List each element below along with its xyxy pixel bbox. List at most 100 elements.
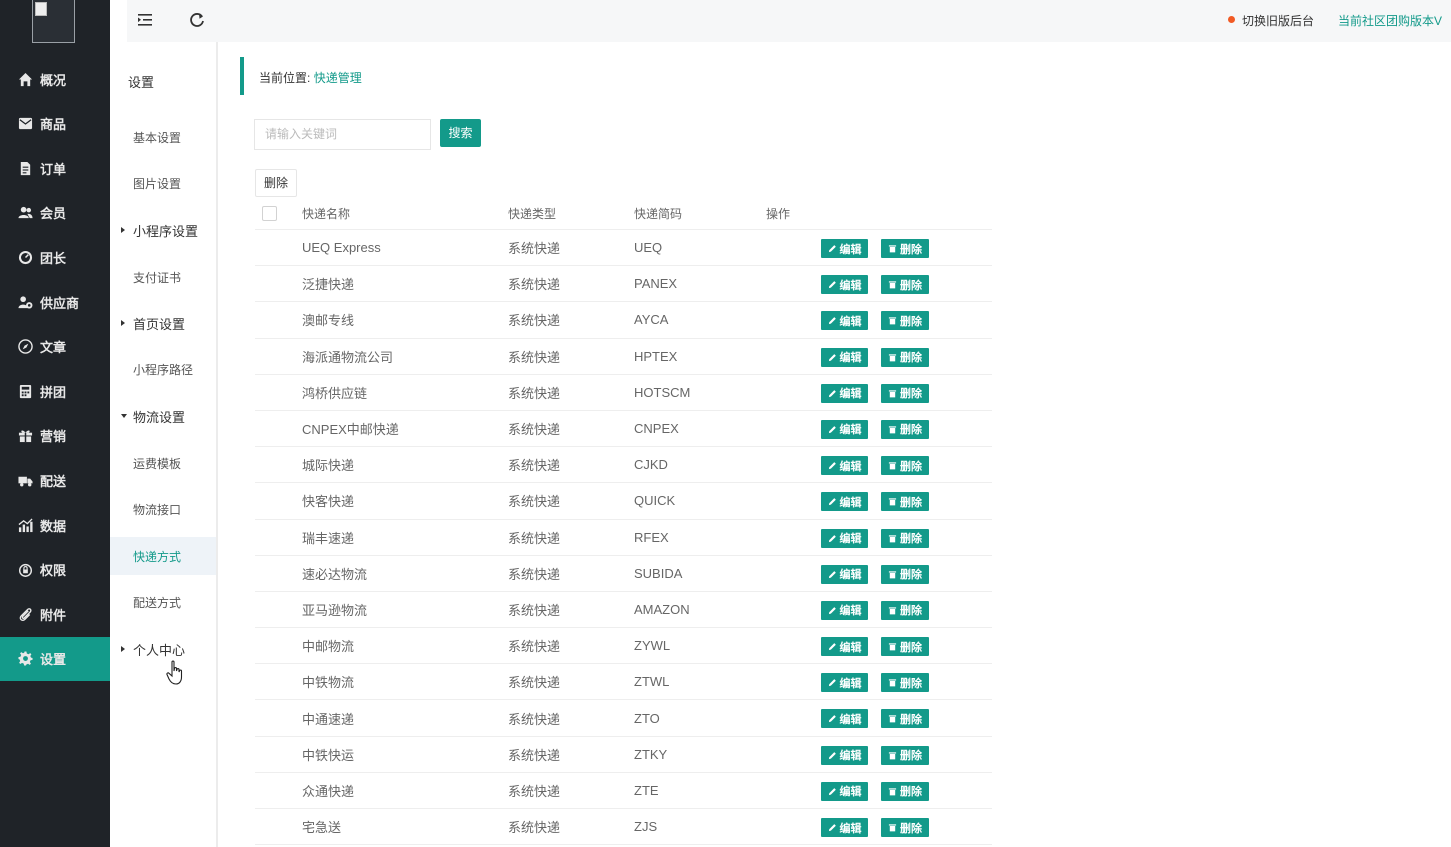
- sidebar-item-4[interactable]: 团长: [0, 235, 110, 279]
- delete-button[interactable]: 删除: [881, 347, 929, 367]
- edit-button[interactable]: 编辑: [821, 275, 868, 295]
- sidebar-item-label: 配送: [40, 473, 67, 489]
- delete-button[interactable]: 删除: [881, 528, 929, 548]
- main-content: 当前位置: 快递管理 请输入关键词 搜索 删除 快递名称 快递类型 快递简码 操…: [219, 42, 1451, 847]
- menu-toggle-icon[interactable]: [138, 13, 154, 27]
- sidebar-item-8[interactable]: 营销: [0, 414, 110, 458]
- table-row: 中铁快运 系统快递 ZTKY 编辑 删除: [255, 737, 992, 773]
- select-all-checkbox[interactable]: [262, 206, 277, 221]
- sidebar-item-0[interactable]: 概况: [0, 57, 110, 101]
- logo[interactable]: [32, 0, 75, 43]
- delete-button[interactable]: 删除: [881, 419, 929, 439]
- subnav-item-10[interactable]: 配送方式: [110, 583, 216, 621]
- subnav-item-5[interactable]: 小程序路径: [110, 350, 216, 388]
- edit-button[interactable]: 编辑: [821, 781, 868, 801]
- delete-button[interactable]: 删除: [881, 818, 929, 837]
- sidebar-item-7[interactable]: 拼团: [0, 369, 110, 413]
- sidebar-item-11[interactable]: 权限: [0, 548, 110, 592]
- search-input[interactable]: 请输入关键词: [254, 119, 431, 150]
- subnav-item-6[interactable]: 物流设置: [110, 397, 216, 435]
- express-name: 海派通物流公司: [302, 349, 394, 365]
- subnav-item-label: 小程序路径: [133, 362, 194, 377]
- express-table: 快递名称 快递类型 快递简码 操作 UEQ Express 系统快递 UEQ 编辑 删除…: [255, 198, 992, 846]
- edit-button[interactable]: 编辑: [821, 347, 868, 367]
- subnav-item-9[interactable]: 快递方式: [110, 537, 216, 575]
- sidebar-item-label: 团长: [40, 250, 67, 266]
- hand-cursor-icon: [166, 660, 183, 685]
- delete-button[interactable]: 删除: [881, 564, 929, 584]
- delete-button[interactable]: 删除: [881, 492, 929, 512]
- edit-button[interactable]: 编辑: [821, 600, 868, 620]
- sidebar-item-10[interactable]: 数据: [0, 503, 110, 547]
- express-type: 系统快递: [508, 711, 561, 727]
- switch-old-admin-link[interactable]: 切换旧版后台: [1242, 12, 1314, 29]
- delete-button[interactable]: 删除: [881, 781, 929, 801]
- edit-button[interactable]: 编辑: [821, 528, 868, 548]
- table-row: CNPEX中邮快递 系统快递 CNPEX 编辑 删除: [255, 411, 992, 448]
- trash-icon: [888, 642, 900, 651]
- edit-button[interactable]: 编辑: [821, 311, 868, 331]
- edit-button[interactable]: 编辑: [821, 745, 868, 765]
- delete-button[interactable]: 删除: [881, 637, 929, 657]
- pencil-icon: [828, 244, 840, 253]
- delete-button[interactable]: 删除: [881, 709, 929, 729]
- delete-label: 删除: [900, 569, 922, 582]
- sidebar-item-5[interactable]: 供应商: [0, 280, 110, 324]
- edit-button[interactable]: 编辑: [821, 818, 868, 837]
- pencil-icon: [828, 823, 840, 832]
- trash-icon: [888, 389, 900, 398]
- refresh-icon[interactable]: [189, 12, 205, 28]
- sidebar-item-12[interactable]: 附件: [0, 592, 110, 636]
- delete-button[interactable]: 删除: [881, 275, 929, 295]
- supplier-icon: [17, 294, 33, 310]
- delete-button[interactable]: 删除: [881, 745, 929, 765]
- express-type: 系统快递: [508, 639, 561, 655]
- sidebar-item-label: 附件: [40, 607, 67, 623]
- delete-label: 删除: [900, 605, 922, 618]
- delete-button[interactable]: 删除: [881, 239, 929, 258]
- subnav-item-label: 快递方式: [133, 549, 182, 564]
- sidebar-item-label: 数据: [40, 518, 67, 534]
- delete-label: 删除: [900, 786, 922, 799]
- subnav-item-4[interactable]: 首页设置: [110, 304, 216, 342]
- subnav-item-2[interactable]: 小程序设置: [110, 211, 216, 249]
- edit-button[interactable]: 编辑: [821, 492, 868, 512]
- sidebar-item-9[interactable]: 配送: [0, 458, 110, 502]
- subnav-title: 设置: [128, 75, 155, 90]
- delete-button[interactable]: 删除: [881, 311, 929, 331]
- edit-button[interactable]: 编辑: [821, 239, 868, 258]
- breadcrumb-current[interactable]: 快递管理: [314, 71, 362, 85]
- subnav-item-8[interactable]: 物流接口: [110, 490, 216, 528]
- edit-button[interactable]: 编辑: [821, 564, 868, 584]
- delete-button[interactable]: 删除: [881, 600, 929, 620]
- subnav-item-0[interactable]: 基本设置: [110, 118, 216, 156]
- sidebar-item-13[interactable]: 设置: [0, 636, 110, 681]
- subnav-item-11[interactable]: 个人中心: [110, 630, 216, 668]
- edit-button[interactable]: 编辑: [821, 673, 868, 693]
- edit-button[interactable]: 编辑: [821, 456, 868, 476]
- sidebar-item-3[interactable]: 会员: [0, 191, 110, 235]
- delete-button[interactable]: 删除: [881, 383, 929, 403]
- table-row: 中邮物流 系统快递 ZYWL 编辑 删除: [255, 628, 992, 665]
- delete-button[interactable]: 删除: [881, 456, 929, 476]
- express-name: 中铁物流: [302, 675, 355, 691]
- sidebar-item-1[interactable]: 商品: [0, 102, 110, 146]
- search-button[interactable]: 搜索: [440, 119, 481, 147]
- sidebar-item-label: 会员: [40, 206, 67, 222]
- subnav-item-1[interactable]: 图片设置: [110, 164, 216, 202]
- trash-icon: [888, 497, 900, 506]
- version-link[interactable]: 当前社区团购版本V: [1338, 12, 1451, 29]
- edit-button[interactable]: 编辑: [821, 709, 868, 729]
- express-name: CNPEX中邮快递: [302, 422, 399, 438]
- subnav-item-3[interactable]: 支付证书: [110, 258, 216, 296]
- edit-button[interactable]: 编辑: [821, 637, 868, 657]
- delete-button[interactable]: 删除: [881, 673, 929, 693]
- sidebar-item-2[interactable]: 订单: [0, 146, 110, 190]
- sidebar-item-6[interactable]: 文章: [0, 325, 110, 369]
- subnav-item-label: 支付证书: [133, 270, 182, 285]
- express-name: 鸿桥供应链: [302, 385, 368, 401]
- edit-button[interactable]: 编辑: [821, 383, 868, 403]
- bulk-delete-button[interactable]: 删除: [255, 169, 297, 197]
- subnav-item-7[interactable]: 运费模板: [110, 444, 216, 482]
- edit-button[interactable]: 编辑: [821, 419, 868, 439]
